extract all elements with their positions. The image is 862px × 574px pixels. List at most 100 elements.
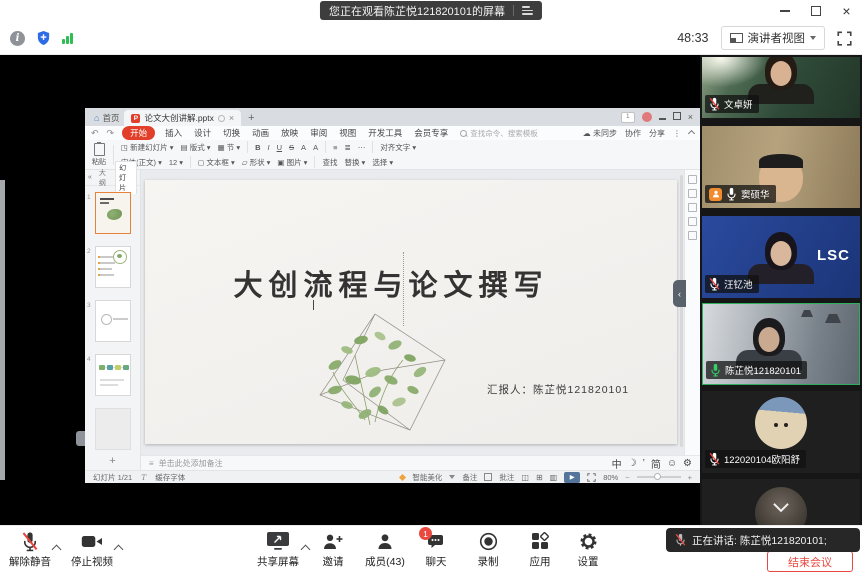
wps-search[interactable]: 查找命令、搜索模板 xyxy=(460,128,538,139)
side-tool-icon[interactable] xyxy=(688,203,697,212)
wps-maximize-button[interactable] xyxy=(673,112,681,122)
ribbon-item[interactable]: ▱ 形状 ▾ xyxy=(242,157,271,168)
ribbon-item[interactable]: 对齐文字 ▾ xyxy=(380,142,416,153)
presenter-caption[interactable]: 汇报人：陈芷悦121820101 xyxy=(487,382,629,397)
ribbon-item[interactable]: A xyxy=(301,143,306,152)
wps-notification-badge[interactable]: 1 xyxy=(621,112,635,123)
new-tab-button[interactable]: + xyxy=(248,110,254,126)
ribbon-item[interactable]: ◻ 文本框 ▾ xyxy=(198,157,235,168)
minimize-button[interactable] xyxy=(769,0,800,22)
more-menu-icon[interactable]: ⋮ xyxy=(673,129,681,138)
ime-icon[interactable]: 中 xyxy=(612,456,622,471)
video-tile-wenzhuoyan[interactable]: 文卓妍 xyxy=(702,57,860,118)
ribbon-item[interactable]: 12 ▾ xyxy=(169,158,183,167)
wps-menu-审阅[interactable]: 审阅 xyxy=(308,127,329,139)
beautify-button[interactable]: 智能美化 xyxy=(412,472,442,483)
ribbon-item[interactable]: ▤ 版式 ▾ xyxy=(181,142,211,153)
video-tile-ouyangshu[interactable]: 122020104欧阳舒 xyxy=(702,391,860,473)
tab-slides[interactable]: 幻灯片 xyxy=(115,161,137,194)
banner-menu-icon[interactable] xyxy=(522,6,533,15)
end-meeting-button[interactable]: 结束会议 xyxy=(767,551,853,572)
ime-icon[interactable]: ⚙ xyxy=(683,458,692,469)
wps-menu-放映[interactable]: 放映 xyxy=(279,127,300,139)
wps-menu-开发工具[interactable]: 开发工具 xyxy=(366,127,404,139)
side-tool-icon[interactable] xyxy=(688,217,697,226)
cloud-sync-status[interactable]: ☁ 未同步 xyxy=(583,128,617,139)
ribbon-item[interactable]: ▣ 图片 ▾ xyxy=(277,157,307,168)
ime-icon[interactable]: ☽ xyxy=(628,458,637,469)
ribbon-item[interactable]: 替换 ▾ xyxy=(344,157,365,168)
ribbon-item[interactable]: B xyxy=(255,143,260,152)
new-slide-button[interactable]: + xyxy=(85,455,140,467)
zoom-in-button[interactable]: + xyxy=(688,473,692,482)
ime-icon[interactable]: 简 xyxy=(651,456,661,471)
speaker-view-button[interactable]: 演讲者视图 xyxy=(721,26,826,50)
ribbon-item[interactable]: S xyxy=(289,143,294,152)
collapse-panel-icon[interactable]: « xyxy=(88,174,92,181)
expand-task-pane-tab[interactable]: ‹ xyxy=(673,280,686,307)
zoom-slider-handle[interactable] xyxy=(654,473,661,480)
video-tile-doushuohua[interactable]: 窦硕华 xyxy=(702,126,860,208)
close-button[interactable]: × xyxy=(831,0,862,22)
fit-window-icon[interactable] xyxy=(587,473,596,482)
ribbon-item[interactable]: I xyxy=(268,143,270,152)
wps-menu-插入[interactable]: 插入 xyxy=(163,127,184,139)
ribbon-item[interactable]: 查找 xyxy=(322,157,337,168)
slide-thumbnail-2[interactable] xyxy=(95,246,131,288)
ime-icon[interactable]: ☺ xyxy=(667,458,677,469)
slide-thumbnail-4[interactable] xyxy=(95,354,131,396)
slide-thumbnail-1[interactable] xyxy=(95,192,131,234)
redo-icon[interactable]: ↷ xyxy=(107,128,115,139)
canvas-scrollbar[interactable] xyxy=(680,175,683,447)
comments-button[interactable]: 批注 xyxy=(499,472,514,483)
ribbon-item[interactable]: ⋯ xyxy=(358,143,366,152)
reading-view-icon[interactable]: ▥ xyxy=(550,473,558,482)
network-signal-icon[interactable] xyxy=(62,32,73,44)
notes-bar[interactable]: ≡ 单击此处添加备注 中☽’简☺⚙ xyxy=(141,455,700,470)
wps-home-tab[interactable]: ⌂首页 xyxy=(89,110,124,126)
undo-icon[interactable]: ↶ xyxy=(91,128,99,139)
wps-menu-设计[interactable]: 设计 xyxy=(192,127,213,139)
wps-minimize-button[interactable] xyxy=(659,113,666,122)
wps-close-button[interactable]: × xyxy=(688,113,693,122)
ribbon-item[interactable]: ◳ 新建幻灯片 ▾ xyxy=(121,142,174,153)
video-tile-wangyichi[interactable]: LSC 汪钇池 xyxy=(702,216,860,298)
slideshow-play-button[interactable]: ▶ xyxy=(564,472,580,483)
wps-menu-开始[interactable]: 开始 xyxy=(122,126,155,140)
settings-button[interactable]: 设置 xyxy=(556,531,620,569)
share-button[interactable]: 分享 xyxy=(649,128,665,139)
ime-icon[interactable]: ’ xyxy=(643,458,645,469)
paste-button[interactable]: 粘贴 xyxy=(92,143,106,167)
side-tool-icon[interactable] xyxy=(688,189,697,198)
wps-menu-会员专享[interactable]: 会员专享 xyxy=(412,127,450,139)
wps-menu-动画[interactable]: 动画 xyxy=(250,127,271,139)
slide-thumbnail-5[interactable] xyxy=(95,408,131,450)
wps-document-tab[interactable]: P 论文大创讲解.pptx × xyxy=(124,110,241,126)
side-tool-icon[interactable] xyxy=(688,231,697,240)
video-tile-chenzhiyue-speaking[interactable]: 陈芷悦121820101 xyxy=(702,303,860,385)
zoom-out-button[interactable]: − xyxy=(625,473,629,482)
video-tile-partial[interactable] xyxy=(702,479,860,525)
tab-close-icon[interactable]: × xyxy=(229,113,234,123)
ribbon-item[interactable]: ≣ xyxy=(344,143,350,152)
collab-button[interactable]: 协作 xyxy=(625,128,641,139)
wps-menu-切换[interactable]: 切换 xyxy=(221,127,242,139)
current-slide[interactable]: 大创流程与论文撰写 xyxy=(145,180,677,444)
slide-title[interactable]: 大创流程与论文撰写 xyxy=(145,262,637,304)
slide-thumbnail-3[interactable] xyxy=(95,300,131,342)
status-notes-button[interactable]: 备注 xyxy=(462,472,477,483)
wps-menu-视图[interactable]: 视图 xyxy=(337,127,358,139)
ribbon-item[interactable]: 选择 ▾ xyxy=(372,157,393,168)
ribbon-item[interactable]: ≡ xyxy=(333,143,337,152)
sorter-view-icon[interactable]: ⊞ xyxy=(536,473,543,482)
normal-view-icon[interactable]: ◫ xyxy=(521,473,529,482)
wps-account-avatar[interactable] xyxy=(642,112,652,122)
tab-outline[interactable]: 大纲 xyxy=(96,167,111,189)
ribbon-item[interactable]: U xyxy=(277,143,282,152)
zoom-slider[interactable] xyxy=(637,476,681,478)
ribbon-item[interactable]: A xyxy=(313,143,318,152)
side-tool-icon[interactable] xyxy=(688,175,697,184)
maximize-button[interactable] xyxy=(800,0,831,22)
ribbon-item[interactable]: ▦ 节 ▾ xyxy=(218,142,241,153)
meeting-security-shield-icon[interactable] xyxy=(36,30,51,46)
